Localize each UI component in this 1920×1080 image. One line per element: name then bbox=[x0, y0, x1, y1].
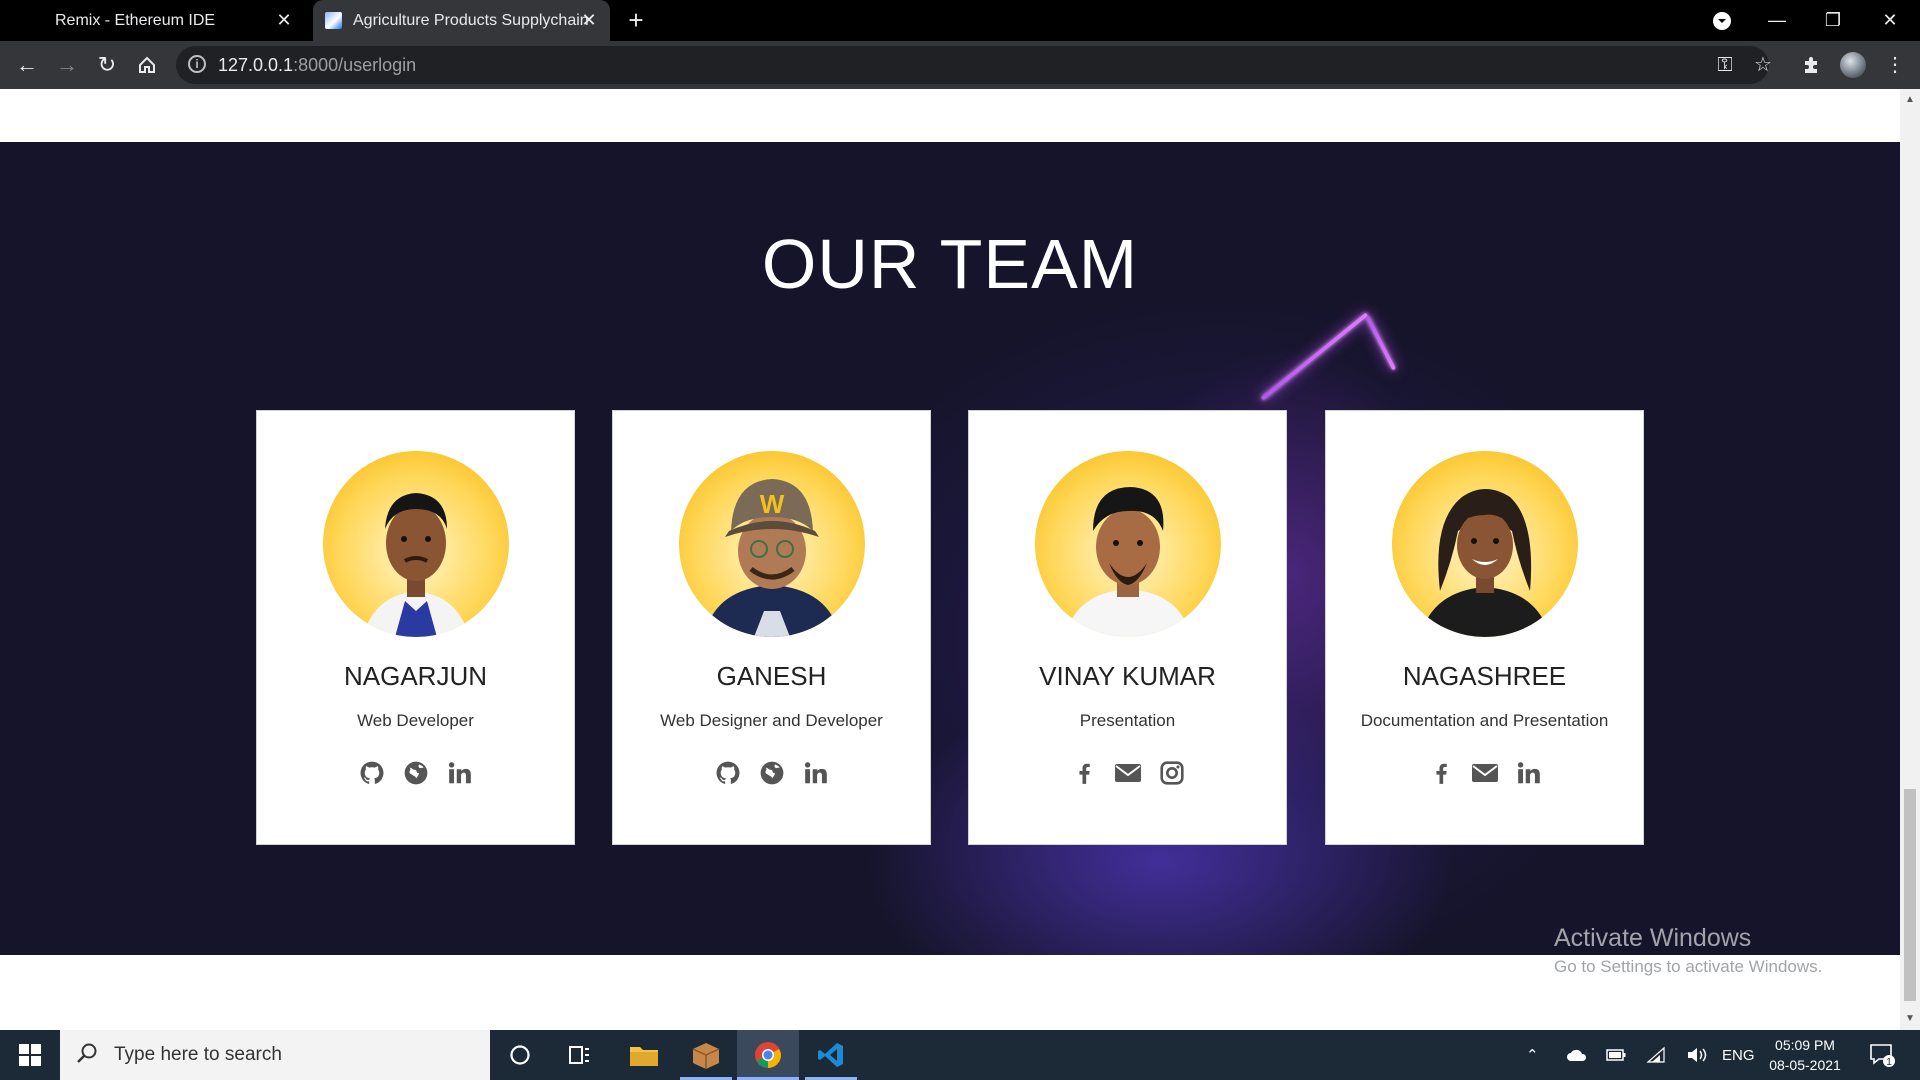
vscode-icon[interactable] bbox=[805, 1030, 857, 1080]
task-view-icon[interactable] bbox=[555, 1030, 605, 1080]
key-icon[interactable]: ⚿ bbox=[1712, 52, 1738, 78]
onedrive-icon[interactable] bbox=[1566, 1030, 1588, 1080]
windows-start-icon[interactable] bbox=[0, 1030, 60, 1080]
tab-title: Agriculture Products Supplychain bbox=[353, 11, 589, 29]
member-photo bbox=[1392, 451, 1578, 637]
wifi-icon[interactable] bbox=[1646, 1030, 1666, 1080]
action-center-icon[interactable]: 1 bbox=[1868, 1030, 1896, 1080]
clock-date: 08-05-2021 bbox=[1769, 1057, 1841, 1073]
chrome-icon[interactable] bbox=[737, 1030, 799, 1080]
language-indicator[interactable]: ENG bbox=[1722, 1030, 1755, 1080]
forward-icon[interactable]: → bbox=[52, 50, 82, 80]
favicon-icon bbox=[325, 12, 342, 29]
svg-text:W: W bbox=[760, 489, 785, 519]
watermark-title: Activate Windows bbox=[1554, 924, 1752, 952]
envelope-icon[interactable] bbox=[1471, 758, 1499, 788]
member-photo: W bbox=[679, 451, 865, 637]
scrollbar-thumb[interactable] bbox=[1904, 789, 1916, 1001]
show-hidden-icons[interactable]: ⌃ bbox=[1526, 1030, 1539, 1080]
globe-icon[interactable] bbox=[402, 758, 430, 788]
cortana-icon[interactable] bbox=[495, 1030, 545, 1080]
back-icon[interactable]: ← bbox=[12, 50, 42, 80]
neon-triangle-decoration bbox=[1365, 315, 1397, 371]
globe-icon[interactable] bbox=[758, 758, 786, 788]
section-title: OUR TEAM bbox=[761, 225, 1139, 303]
instagram-icon[interactable] bbox=[1158, 758, 1186, 788]
taskbar-search-box[interactable]: Type here to search bbox=[60, 1030, 490, 1080]
member-role: Web Designer and Developer bbox=[660, 711, 883, 730]
volume-icon[interactable] bbox=[1686, 1030, 1708, 1080]
profile-avatar[interactable] bbox=[1840, 52, 1866, 78]
battery-icon[interactable] bbox=[1606, 1030, 1626, 1080]
star-icon[interactable]: ☆ bbox=[1750, 52, 1776, 78]
watermark-subtitle: Go to Settings to activate Windows. bbox=[1554, 957, 1823, 976]
profile-menu-icon[interactable] bbox=[1697, 0, 1747, 41]
page-viewport: OUR TEAM NAGARJUN Web Developer W GANESH… bbox=[0, 89, 1900, 1030]
home-icon[interactable] bbox=[132, 50, 162, 80]
member-name: VINAY KUMAR bbox=[1039, 661, 1216, 691]
tab-remix[interactable]: Remix - Ethereum IDE ✕ bbox=[0, 0, 305, 41]
member-name: NAGARJUN bbox=[343, 661, 487, 691]
search-placeholder: Type here to search bbox=[114, 1044, 282, 1065]
close-window-button[interactable]: ✕ bbox=[1865, 0, 1915, 41]
close-icon[interactable]: ✕ bbox=[580, 11, 598, 29]
scroll-up-icon[interactable]: ▲ bbox=[1905, 95, 1915, 105]
search-icon bbox=[76, 1042, 98, 1069]
member-role: Web Developer bbox=[357, 711, 474, 730]
new-tab-button[interactable]: + bbox=[624, 7, 648, 33]
github-icon[interactable] bbox=[714, 758, 742, 788]
team-member-card: NAGARJUN Web Developer bbox=[256, 410, 575, 845]
team-section: OUR TEAM NAGARJUN Web Developer W GANESH… bbox=[0, 142, 1900, 955]
browser-tab-strip: Remix - Ethereum IDE ✕ Agriculture Produ… bbox=[0, 0, 1920, 41]
github-icon[interactable] bbox=[358, 758, 386, 788]
extensions-icon[interactable] bbox=[1796, 50, 1826, 80]
minimize-button[interactable]: — bbox=[1752, 0, 1802, 41]
clock-time: 05:09 PM bbox=[1775, 1037, 1835, 1053]
close-icon[interactable]: ✕ bbox=[275, 11, 293, 29]
reload-icon[interactable]: ↻ bbox=[92, 50, 122, 80]
scroll-down-icon[interactable]: ▼ bbox=[1905, 1014, 1915, 1024]
team-member-card: NAGASHREE Documentation and Presentation bbox=[1325, 410, 1644, 845]
restore-button[interactable]: ❐ bbox=[1808, 0, 1858, 41]
page-scrollbar[interactable]: ▲ ▼ bbox=[1900, 89, 1920, 1030]
neon-triangle-decoration bbox=[1260, 312, 1369, 401]
activate-windows-watermark: Activate Windows Go to Settings to activ… bbox=[1554, 924, 1822, 977]
tab-title: Remix - Ethereum IDE bbox=[55, 11, 216, 29]
team-member-card: VINAY KUMAR Presentation bbox=[968, 410, 1287, 845]
member-role: Documentation and Presentation bbox=[1360, 711, 1609, 730]
linkedin-icon[interactable] bbox=[802, 758, 830, 788]
info-icon[interactable]: i bbox=[188, 55, 206, 73]
windows-taskbar: Type here to search ⌃ ENG 05:09 PM 08-05… bbox=[0, 1030, 1920, 1080]
taskbar-clock[interactable]: 05:09 PM 08-05-2021 bbox=[1760, 1035, 1850, 1075]
linkedin-icon[interactable] bbox=[1515, 758, 1543, 788]
member-name: GANESH bbox=[716, 661, 827, 691]
more-menu-icon[interactable]: ⋮ bbox=[1880, 50, 1910, 80]
address-bar[interactable]: i 127.0.0.1:8000/userlogin ⚿ ☆ bbox=[176, 46, 1772, 84]
facebook-icon[interactable] bbox=[1427, 758, 1455, 788]
tab-agriculture[interactable]: Agriculture Products Supplychain ✕ bbox=[313, 0, 610, 41]
browser-toolbar: ← → ↻ i 127.0.0.1:8000/userlogin ⚿ ☆ ⋮ bbox=[0, 41, 1920, 89]
package-app-icon[interactable] bbox=[680, 1030, 732, 1080]
member-role: Presentation bbox=[1079, 711, 1176, 730]
facebook-icon[interactable] bbox=[1070, 758, 1098, 788]
envelope-icon[interactable] bbox=[1114, 758, 1142, 788]
member-name: NAGASHREE bbox=[1402, 661, 1567, 691]
member-photo bbox=[1035, 451, 1221, 637]
notification-count: 1 bbox=[1886, 1057, 1892, 1068]
team-member-card: W GANESH Web Designer and Developer bbox=[612, 410, 931, 845]
linkedin-icon[interactable] bbox=[446, 758, 474, 788]
url-text: 127.0.0.1:8000/userlogin bbox=[218, 55, 417, 75]
member-photo bbox=[323, 451, 509, 637]
file-explorer-icon[interactable] bbox=[618, 1030, 670, 1080]
